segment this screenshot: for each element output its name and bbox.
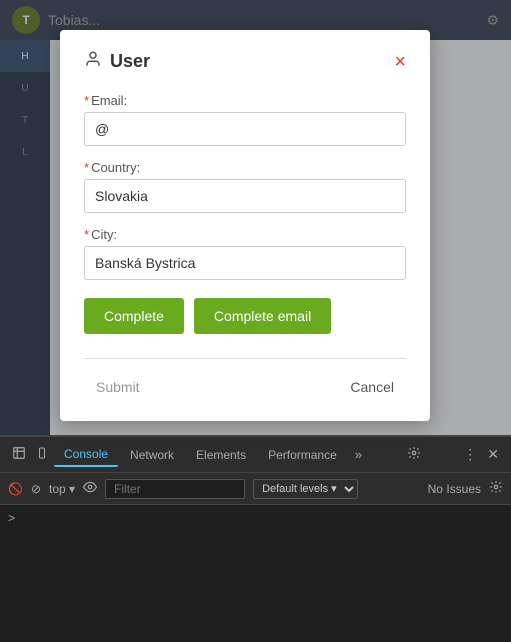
- email-field-group: * Email:: [84, 93, 406, 146]
- console-filter-input[interactable]: [105, 479, 245, 499]
- complete-email-button[interactable]: Complete email: [194, 298, 331, 334]
- issues-count: No Issues: [428, 482, 481, 496]
- user-modal: User × * Email: * Country: * City: Compl…: [60, 30, 430, 421]
- devtools-close-button[interactable]: ✕: [483, 442, 503, 467]
- tab-network[interactable]: Network: [120, 444, 184, 466]
- console-clear-icon[interactable]: 🚫: [8, 482, 23, 496]
- devtools-more-icon[interactable]: ⋮: [459, 442, 481, 467]
- devtools-inspect-icon[interactable]: [8, 442, 30, 467]
- issues-settings-icon[interactable]: [489, 480, 503, 497]
- modal-title-row: User: [84, 50, 150, 73]
- city-label: * City:: [84, 227, 406, 242]
- country-field-group: * Country:: [84, 160, 406, 213]
- email-label: * Email:: [84, 93, 406, 108]
- country-required-star: *: [84, 160, 89, 175]
- devtools-subbar: 🚫 ⊘ top ▾ Default levels ▾ No Issues: [0, 473, 511, 505]
- modal-divider: [84, 358, 406, 359]
- tab-performance[interactable]: Performance: [258, 444, 347, 466]
- devtools-toolbar: Console Network Elements Performance » ⋮…: [0, 437, 511, 473]
- country-label: * Country:: [84, 160, 406, 175]
- email-input[interactable]: [84, 112, 406, 146]
- top-context[interactable]: top ▾: [49, 482, 75, 496]
- console-filter-icon[interactable]: ⊘: [31, 482, 41, 496]
- eye-icon[interactable]: [83, 480, 97, 497]
- devtools-panel: Console Network Elements Performance » ⋮…: [0, 435, 511, 640]
- tab-elements[interactable]: Elements: [186, 444, 256, 466]
- country-input[interactable]: [84, 179, 406, 213]
- more-tabs-button[interactable]: »: [349, 443, 368, 466]
- cursor-area: [84, 350, 406, 358]
- modal-title: User: [110, 51, 150, 72]
- devtools-content: >: [0, 505, 511, 642]
- city-field-group: * City:: [84, 227, 406, 280]
- tab-console[interactable]: Console: [54, 443, 118, 467]
- devtools-mobile-icon[interactable]: [32, 442, 52, 467]
- console-prompt[interactable]: >: [8, 511, 15, 525]
- devtools-settings-icon[interactable]: [403, 442, 425, 467]
- complete-buttons-row: Complete Complete email: [84, 298, 406, 334]
- email-required-star: *: [84, 93, 89, 108]
- modal-header: User ×: [84, 50, 406, 73]
- user-icon: [84, 50, 102, 73]
- close-button[interactable]: ×: [394, 52, 406, 72]
- city-required-star: *: [84, 227, 89, 242]
- cancel-button[interactable]: Cancel: [338, 373, 406, 401]
- submit-cancel-row: Submit Cancel: [84, 373, 406, 401]
- complete-button[interactable]: Complete: [84, 298, 184, 334]
- submit-button[interactable]: Submit: [84, 373, 152, 401]
- city-input[interactable]: [84, 246, 406, 280]
- log-level-select[interactable]: Default levels ▾: [253, 479, 358, 499]
